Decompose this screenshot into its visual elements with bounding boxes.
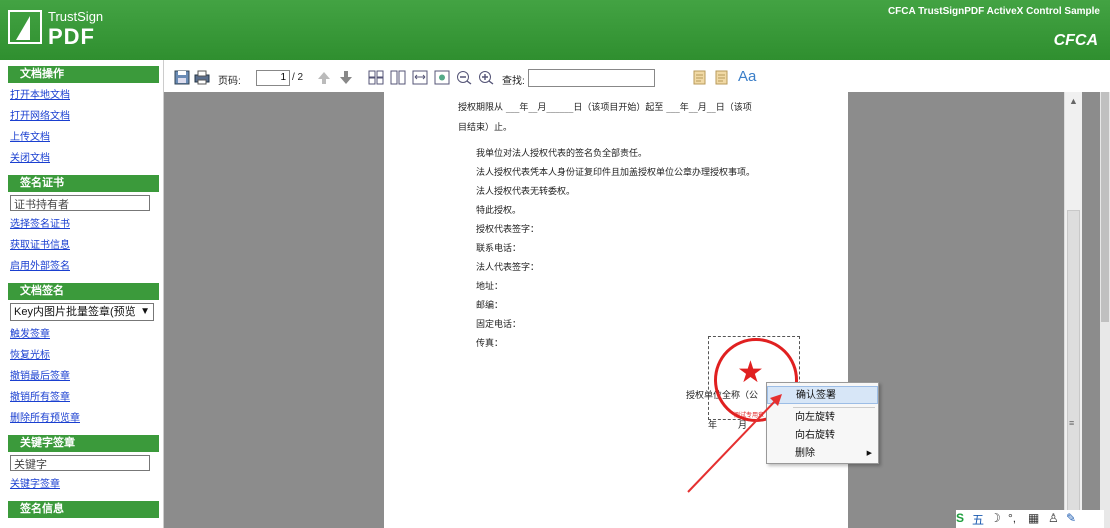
two-page-icon[interactable] [390, 70, 406, 85]
seal-star-icon: ★ [737, 356, 764, 389]
scrollbar-grip-icon: ≡ [1069, 418, 1075, 428]
section-header-keyword-sign: 关键字签章 [8, 435, 159, 452]
rotate-right-menu-item[interactable]: 向右旋转 [767, 427, 878, 445]
save-icon[interactable] [174, 70, 190, 85]
fit-width-icon[interactable] [412, 70, 428, 85]
doc-text-line: 固定电话： [476, 320, 522, 330]
doc-text-line: 法人授权代表无转委权。 [476, 187, 576, 197]
sidebar: 文档操作 打开本地文档 打开网络文档 上传文档 关闭文档 签名证书 证书持有者 … [0, 60, 164, 528]
keyword-sign-link[interactable]: 关键字签章 [10, 474, 163, 495]
undo-all-sign-link[interactable]: 撤销所有签章 [10, 387, 163, 408]
doc-text-line: 授权代表签字： [476, 225, 540, 235]
doc-text-line: 目结束）止。 [458, 123, 513, 133]
search-input[interactable] [528, 69, 655, 87]
brand-name: TrustSign [48, 9, 104, 24]
system-tray: S 五 ☽ °, ▦ ♙ ✎ [956, 510, 1104, 528]
section-header-sign-info: 签名信息 [8, 501, 159, 518]
window-scrollbar-thumb[interactable] [1101, 92, 1109, 322]
page-scrollbar[interactable]: ▲ ≡ [1064, 92, 1082, 528]
get-cert-info-link[interactable]: 获取证书信息 [10, 235, 163, 256]
section-header-doc-sign: 文档签名 [8, 283, 159, 300]
undo-last-sign-link[interactable]: 撤销最后签章 [10, 366, 163, 387]
find-prev-icon[interactable] [692, 70, 708, 85]
page-label: 页码: [218, 76, 241, 87]
doc-text-line: 法人授权代表凭本人身份证复印件且加盖授权单位公章办理授权事项。 [476, 168, 756, 178]
keyboard-icon[interactable]: ▦ [1028, 511, 1039, 525]
submenu-arrow-icon: ▶ [866, 450, 872, 457]
zoom-out-icon[interactable] [456, 70, 472, 85]
open-local-doc-link[interactable]: 打开本地文档 [10, 85, 163, 106]
delete-preview-stamps-link[interactable]: 删除所有预览章 [10, 408, 163, 429]
window-scrollbar[interactable] [1100, 92, 1110, 528]
doc-text-line: 邮编： [476, 301, 504, 311]
doc-text-line: 地址： [476, 282, 504, 292]
doc-text-line: 授权期限从 ___年__月______日（该项目开始）起至 ___年__月__日… [458, 103, 752, 113]
pdf-viewer: 授权期限从 ___年__月______日（该项目开始）起至 ___年__月__日… [164, 92, 1100, 528]
section-header-cert: 签名证书 [8, 175, 159, 192]
rotate-left-menu-item[interactable]: 向左旋转 [767, 409, 878, 427]
cert-holder-input[interactable]: 证书持有者 [10, 195, 150, 211]
chevron-down-icon: ▼ [140, 306, 150, 317]
cfca-logo: CFCA [1053, 32, 1098, 49]
user-icon[interactable]: ♙ [1048, 511, 1059, 525]
upload-doc-link[interactable]: 上传文档 [10, 127, 163, 148]
zoom-in-icon[interactable] [478, 70, 494, 85]
confirm-sign-menu-item[interactable]: 确认签署 [767, 386, 878, 404]
doc-text-line: 我单位对法人授权代表的签名负全部责任。 [476, 149, 648, 159]
scroll-up-icon[interactable]: ▲ [1069, 96, 1078, 106]
next-page-icon[interactable] [338, 70, 354, 85]
doc-text-line: 联系电话： [476, 244, 522, 254]
section-header-doc-ops: 文档操作 [8, 66, 159, 83]
doc-text-line: 传真： [476, 339, 504, 349]
app-header: TrustSign PDF CFCA TrustSignPDF ActiveX … [0, 0, 1110, 60]
actual-size-icon[interactable] [434, 70, 450, 85]
sign-mode-select[interactable]: Key内图片批量签章(预览 ▼ [10, 303, 154, 321]
select-cert-link[interactable]: 选择签名证书 [10, 214, 163, 235]
font-options-button[interactable]: Aa [738, 68, 756, 85]
delete-menu-item[interactable]: 删除 ▶ [767, 445, 878, 463]
keyword-input[interactable]: 关键字 [10, 455, 150, 471]
sign-mode-value: Key内图片批量签章(预览 [14, 306, 136, 318]
punctuation-icon[interactable]: °, [1008, 511, 1016, 525]
trustsign-logo-icon [8, 10, 42, 44]
enable-external-sign-link[interactable]: 启用外部签名 [10, 256, 163, 277]
viewer-toolbar: 页码: 1 / 2 查找: Aa [164, 62, 1084, 92]
delete-menu-label: 删除 [795, 448, 815, 459]
scrollbar-thumb[interactable] [1067, 210, 1080, 518]
prev-page-icon[interactable] [316, 70, 332, 85]
ime-mode-label[interactable]: 五 [972, 511, 984, 528]
moon-icon[interactable]: ☽ [990, 511, 1001, 525]
find-next-icon[interactable] [714, 70, 730, 85]
menu-separator [793, 407, 875, 408]
trigger-sign-link[interactable]: 触发签章 [10, 324, 163, 345]
doc-text-line: 法人代表签字： [476, 263, 540, 273]
seal-text: 测试专用章 [734, 413, 765, 419]
wrench-icon[interactable]: ✎ [1066, 511, 1076, 525]
page-total: / 2 [292, 72, 304, 83]
fit-page-icon[interactable] [368, 70, 384, 85]
product-name: PDF [48, 24, 95, 49]
search-label: 查找: [502, 76, 525, 87]
context-menu: 确认签署 向左旋转 向右旋转 删除 ▶ [766, 382, 879, 464]
restore-cursor-link[interactable]: 恢复光标 [10, 345, 163, 366]
page-number-input[interactable]: 1 [256, 70, 290, 86]
doc-text-line: 特此授权。 [476, 206, 522, 216]
sogou-ime-icon[interactable]: S [956, 511, 964, 525]
open-network-doc-link[interactable]: 打开网络文档 [10, 106, 163, 127]
page-title: CFCA TrustSignPDF ActiveX Control Sample [887, 6, 1100, 17]
close-doc-link[interactable]: 关闭文档 [10, 148, 163, 169]
print-icon[interactable] [194, 70, 210, 85]
